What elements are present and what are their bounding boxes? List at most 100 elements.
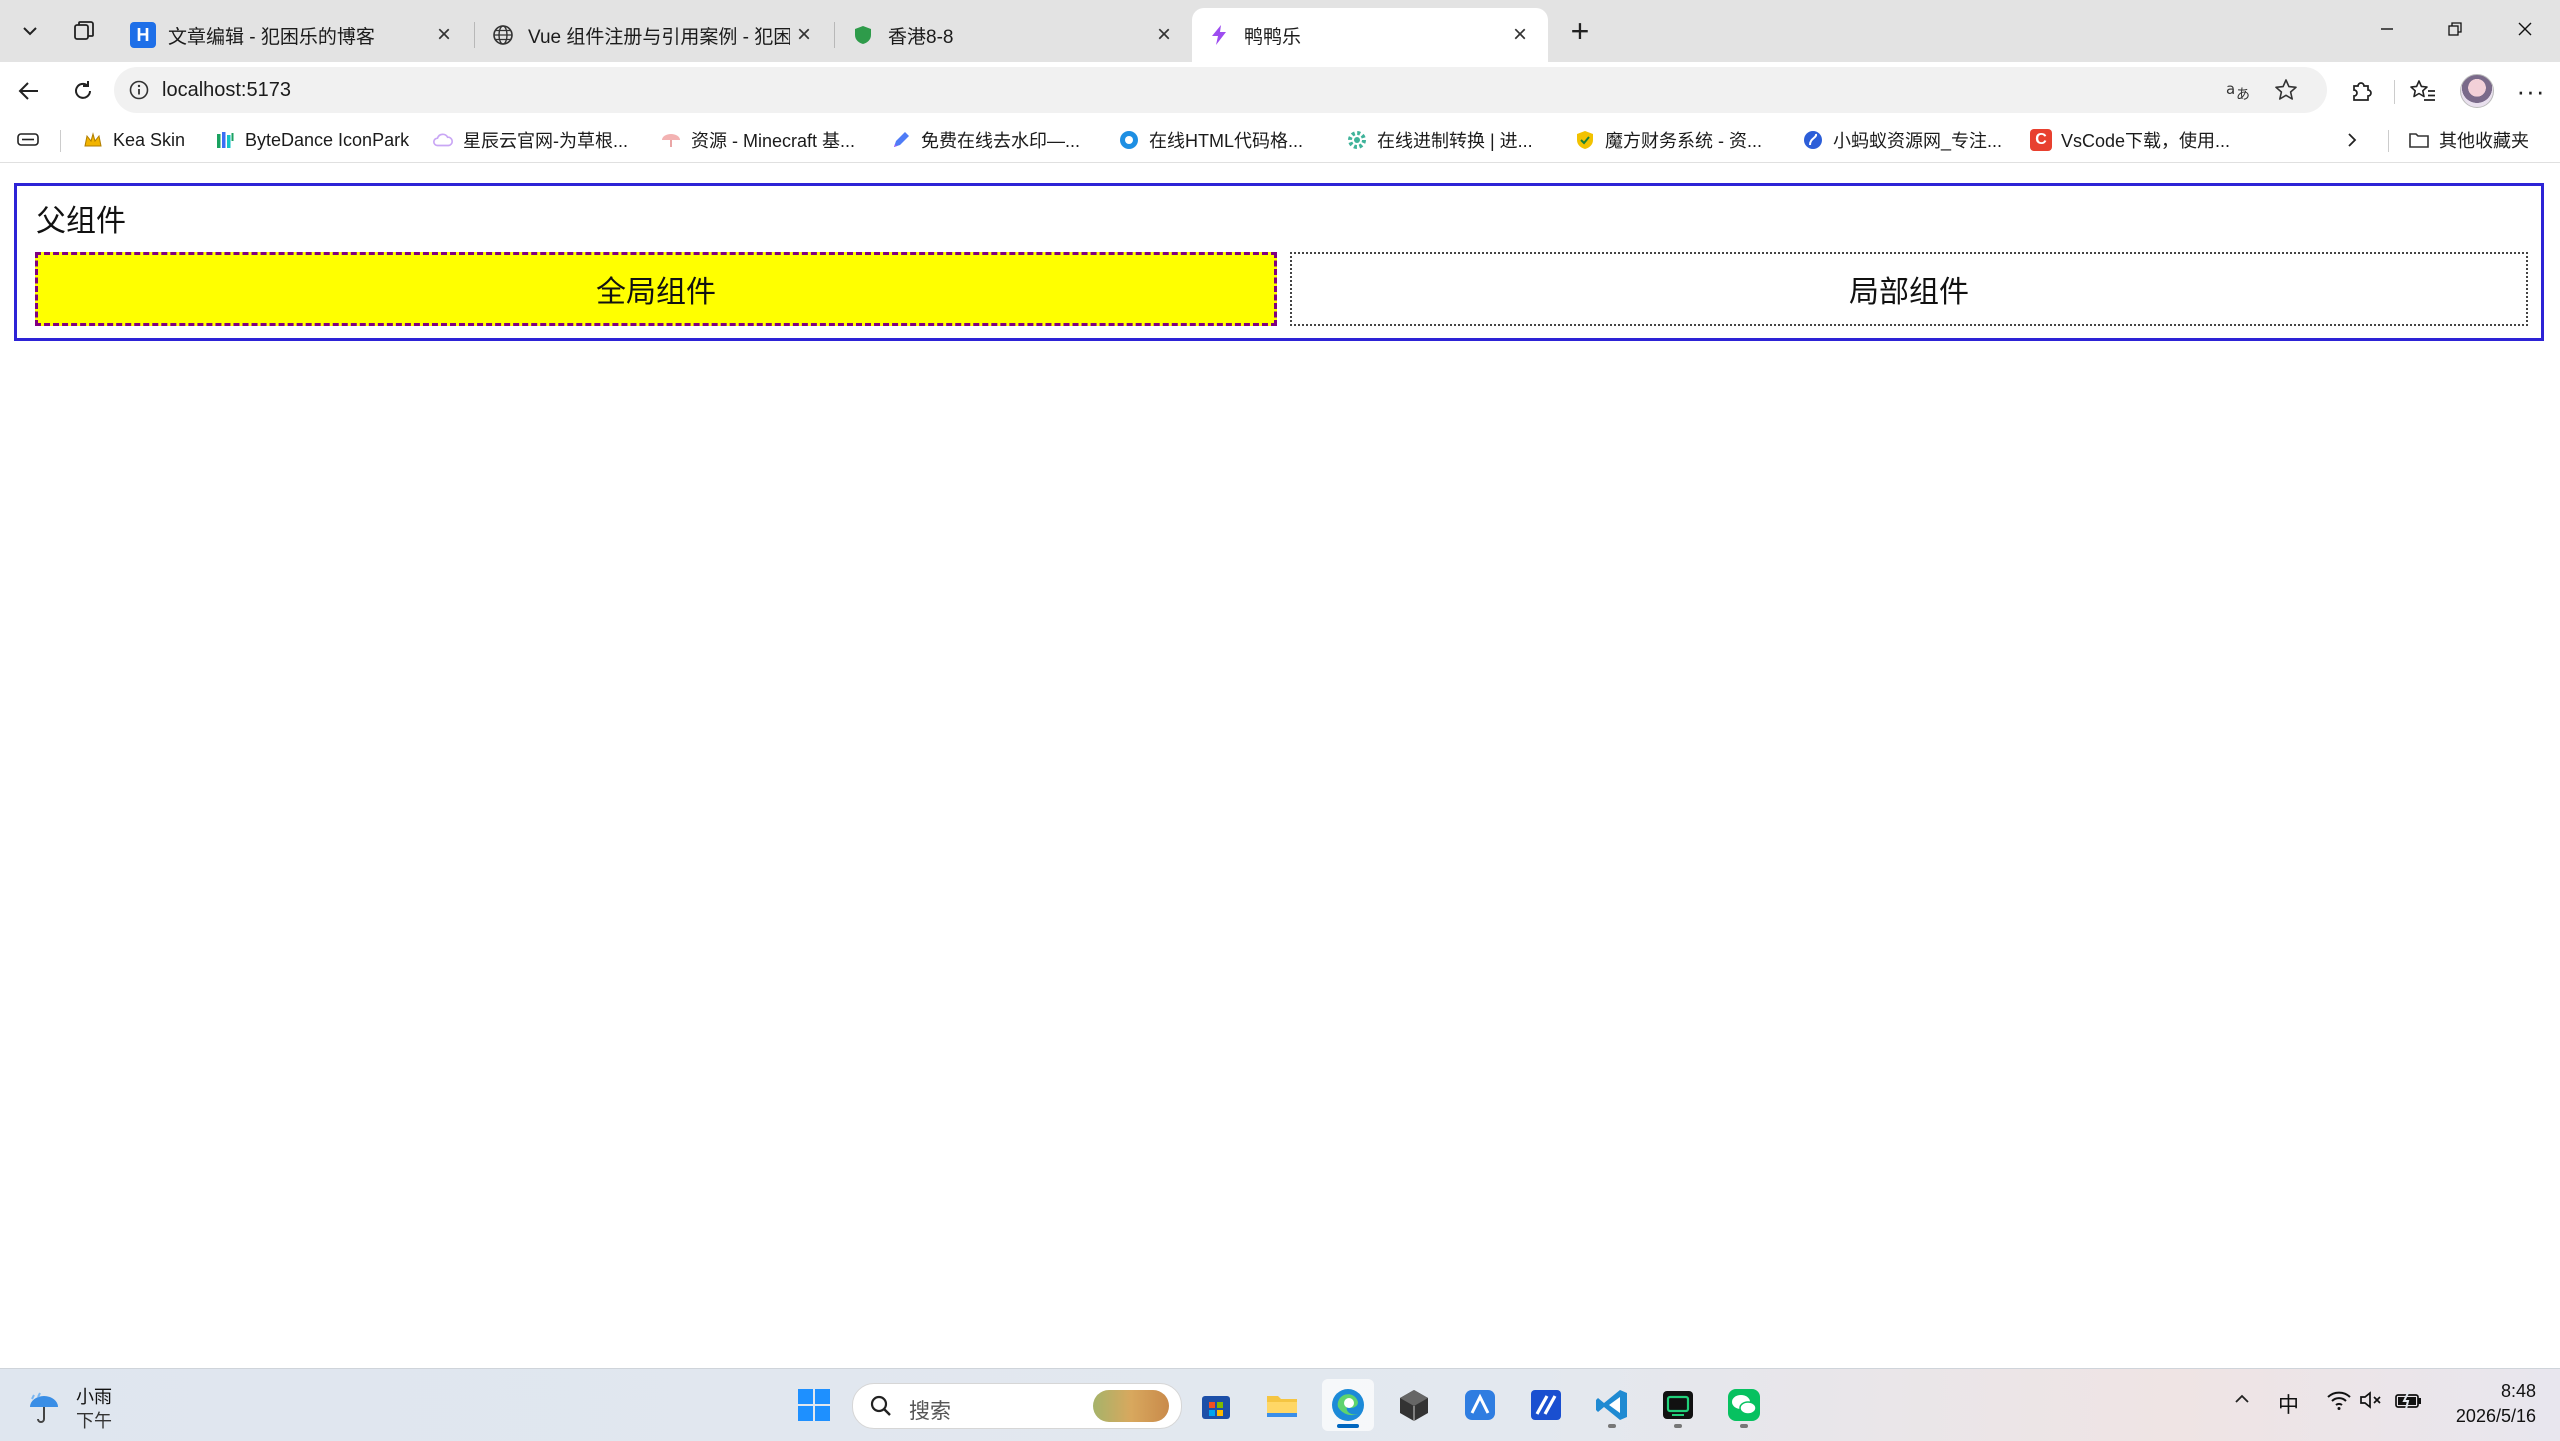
tab-blog-editor[interactable]: H 文章编辑 - 犯困乐的博客 × — [116, 8, 472, 62]
bookmark-label: 在线进制转换 | 进... — [1377, 131, 1533, 151]
bookmark-label: ByteDance IconPark — [245, 129, 410, 150]
store-icon — [1202, 1396, 1230, 1419]
url-text[interactable]: localhost:5173 — [162, 79, 291, 102]
bookmark-mofang[interactable]: 魔方财务系统 - 资... — [1574, 126, 1762, 154]
close-icon[interactable]: × — [1506, 21, 1534, 49]
weather-subtitle: 下午 — [76, 1411, 112, 1431]
terminal-icon — [1663, 1391, 1693, 1419]
folder-icon — [1267, 1396, 1297, 1417]
tab-title: 鸭鸭乐 — [1244, 26, 1302, 48]
taskbar-search[interactable]: 搜索 — [852, 1383, 1182, 1429]
tab-actions-icon — [17, 133, 39, 146]
globe-icon — [490, 22, 516, 48]
taskbar-app-blue[interactable] — [1454, 1379, 1506, 1431]
taskbar-vscode[interactable] — [1586, 1379, 1638, 1431]
profile-button[interactable] — [2456, 70, 2498, 112]
start-button[interactable] — [788, 1379, 840, 1431]
new-tab-button[interactable]: + — [1558, 10, 1602, 52]
taskbar-wechat[interactable] — [1718, 1379, 1770, 1431]
network-button[interactable] — [2326, 1389, 2352, 1411]
bookmark-kea-skin[interactable]: Kea Skin — [82, 126, 185, 154]
address-bar[interactable]: localhost:5173 aあ — [114, 67, 2327, 113]
vscode-icon — [1596, 1390, 1627, 1420]
tab-title: 文章编辑 - 犯困乐的博客 — [168, 26, 375, 48]
close-icon[interactable]: × — [430, 21, 458, 49]
bookmarks-divider — [2388, 130, 2389, 152]
bookmark-xingchen[interactable]: 星辰云官网-为草根... — [432, 126, 628, 154]
battery-charging-icon — [2395, 1390, 2421, 1410]
workspaces-icon — [74, 21, 94, 40]
bookmark-watermark[interactable]: 免费在线去水印—... — [890, 126, 1080, 154]
chevron-up-icon — [2235, 1394, 2249, 1403]
favorites-button[interactable] — [2402, 70, 2444, 112]
battery-button[interactable] — [2394, 1389, 2424, 1411]
global-component: 全局组件 — [35, 252, 1277, 326]
plus-icon: + — [1570, 12, 1590, 49]
ant-icon — [1802, 129, 1824, 151]
wifi-icon — [2327, 1391, 2351, 1410]
bookmarks-bar: Kea Skin ByteDance IconPark 星辰云官网-为草根...… — [0, 118, 2560, 163]
edge-icon — [1332, 1389, 1364, 1421]
close-window-button[interactable] — [2492, 0, 2558, 58]
c-icon: C — [2030, 129, 2052, 151]
pen-icon — [890, 129, 912, 151]
minimize-icon — [2381, 28, 2393, 30]
bookmarks-overflow-button[interactable] — [2342, 126, 2362, 154]
read-aloud-icon[interactable]: aあ — [2225, 77, 2253, 108]
taskbar: 小雨 下午 搜索 中 8:48 2026/5/16 — [0, 1368, 2560, 1441]
clock[interactable]: 8:48 2026/5/16 — [2432, 1379, 2536, 1431]
bookmark-base-convert[interactable]: 在线进制转换 | 进... — [1346, 126, 1533, 154]
taskbar-store[interactable] — [1190, 1379, 1242, 1431]
cloud-icon — [432, 129, 454, 151]
refresh-button[interactable] — [62, 70, 104, 112]
iconpark-icon — [214, 129, 236, 151]
bookmark-iconpark[interactable]: ByteDance IconPark — [214, 126, 409, 154]
clock-time: 8:48 — [2500, 1381, 2536, 1401]
taskbar-app-ai[interactable] — [1520, 1379, 1572, 1431]
tab-vue-article[interactable]: Vue 组件注册与引用案例 - 犯困乐 × — [476, 8, 832, 62]
close-icon[interactable]: × — [790, 21, 818, 49]
more-button[interactable]: ··· — [2510, 70, 2552, 112]
global-component-label: 全局组件 — [596, 276, 716, 309]
app-blue-icon — [1465, 1390, 1495, 1420]
bookmark-ant[interactable]: 小蚂蚁资源网_专注... — [1802, 126, 2002, 154]
taskbar-unity[interactable] — [1388, 1379, 1440, 1431]
tab-active-yayale[interactable]: 鸭鸭乐 × — [1192, 8, 1548, 62]
extensions-button[interactable] — [2340, 70, 2382, 112]
tab-title: Vue 组件注册与引用案例 - 犯困乐 — [528, 26, 790, 48]
workspaces-button[interactable] — [62, 10, 106, 52]
tab-divider — [834, 22, 835, 48]
app-ai-icon — [1531, 1390, 1561, 1420]
bookmark-label: 资源 - Minecraft 基... — [691, 131, 856, 151]
shield-icon — [850, 22, 876, 48]
other-favorites-folder[interactable]: 其他收藏夹 — [2408, 126, 2529, 154]
bookmark-label: 其他收藏夹 — [2439, 131, 2529, 151]
arrow-left-icon — [18, 82, 38, 100]
taskbar-edge[interactable] — [1322, 1379, 1374, 1431]
taskbar-terminal[interactable] — [1652, 1379, 1704, 1431]
taskbar-explorer[interactable] — [1256, 1379, 1308, 1431]
star-icon[interactable] — [2273, 77, 2299, 108]
close-icon[interactable]: × — [1150, 21, 1178, 49]
chevron-right-icon — [2348, 133, 2357, 147]
minimize-button[interactable] — [2354, 0, 2420, 58]
tab-divider — [474, 22, 475, 48]
ime-indicator[interactable]: 中 — [2278, 1389, 2299, 1419]
shield-check-icon — [1574, 129, 1596, 151]
bookmark-label: Kea Skin — [113, 129, 186, 150]
bookmark-vscode[interactable]: C VsCode下载，使用... — [2030, 126, 2230, 154]
bookmark-minecraft[interactable]: 资源 - Minecraft 基... — [660, 126, 855, 154]
back-button[interactable] — [8, 70, 50, 112]
tab-actions-button[interactable] — [16, 126, 40, 154]
volume-button[interactable] — [2358, 1389, 2384, 1411]
show-hidden-icons-button[interactable] — [2232, 1389, 2252, 1409]
tab-list-button[interactable] — [8, 10, 52, 52]
umbrella-icon — [660, 129, 682, 151]
bookmark-html-format[interactable]: 在线HTML代码格... — [1118, 126, 1303, 154]
restore-icon — [2448, 22, 2462, 36]
weather-widget[interactable]: 小雨 下午 — [22, 1379, 182, 1431]
tab-hongkong[interactable]: 香港8-8 × — [836, 8, 1192, 62]
info-icon[interactable] — [128, 79, 150, 106]
restore-button[interactable] — [2422, 0, 2488, 58]
tab-title: 香港8-8 — [888, 26, 954, 48]
